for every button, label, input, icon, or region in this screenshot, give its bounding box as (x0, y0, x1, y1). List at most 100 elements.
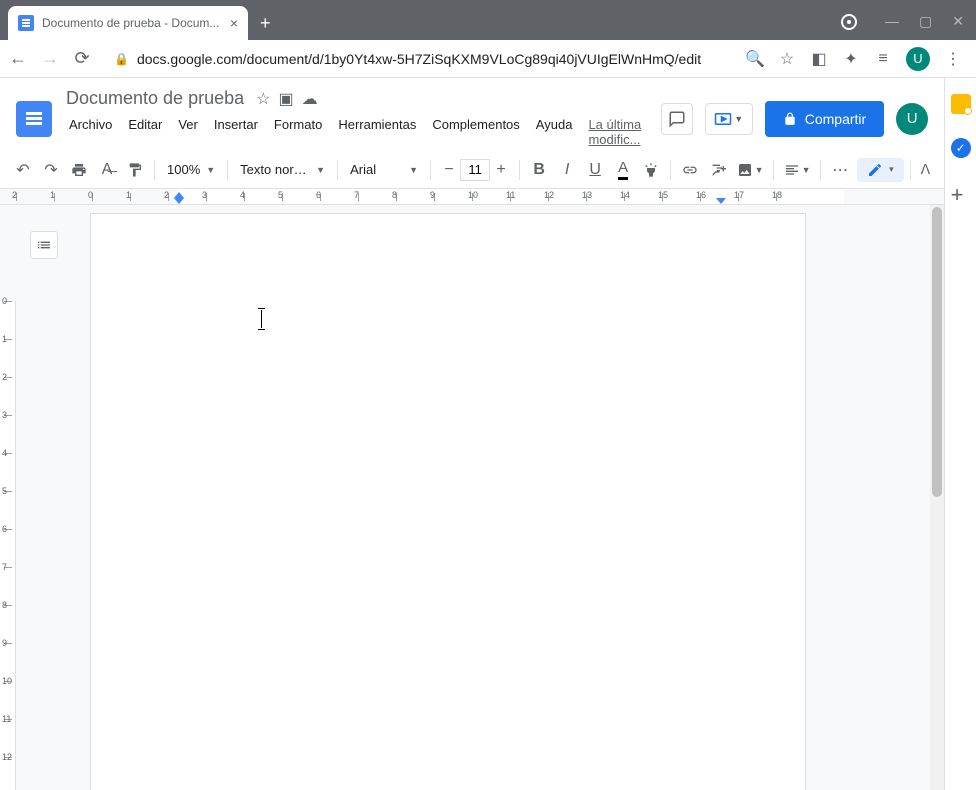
minimize-icon[interactable]: — (885, 13, 899, 30)
menu-ver[interactable]: Ver (171, 113, 205, 151)
window-controls: — ▢ ✕ (873, 13, 976, 40)
menu-bar: Archivo Editar Ver Insertar Formato Herr… (62, 113, 651, 151)
chevron-down-icon: ▾ (889, 164, 894, 175)
zoom-dropdown[interactable]: 100% ▼ (161, 157, 221, 183)
align-left-icon (784, 162, 800, 178)
menu-herramientas[interactable]: Herramientas (331, 113, 423, 151)
italic-button[interactable]: I (554, 157, 580, 183)
spellcheck-button[interactable]: A̶ (94, 157, 120, 183)
chevron-down-icon: ▼ (734, 114, 743, 124)
keep-icon[interactable] (951, 94, 971, 114)
bold-button[interactable]: B (526, 157, 552, 183)
document-title[interactable]: Documento de prueba (62, 86, 248, 111)
outline-icon (36, 237, 52, 253)
menu-formato[interactable]: Formato (267, 113, 329, 151)
cloud-status-icon[interactable]: ☁ (302, 89, 318, 109)
address-bar: ← → ⟳ 🔒 docs.google.com/document/d/1by0Y… (0, 40, 976, 78)
redo-button[interactable]: ↷ (38, 157, 64, 183)
font-size-increase[interactable]: + (490, 161, 512, 179)
chevron-down-icon: ▼ (755, 165, 764, 175)
present-button[interactable]: ▼ (705, 103, 753, 135)
docs-logo-icon[interactable] (16, 101, 52, 137)
maximize-icon[interactable]: ▢ (919, 13, 932, 30)
docs-header: Documento de prueba ☆ ▣ ☁ Archivo Editar… (0, 78, 944, 151)
docs-favicon (18, 15, 34, 31)
bookmark-star-icon[interactable]: ☆ (778, 50, 796, 68)
pencil-icon (867, 162, 883, 178)
insert-comment-button[interactable] (705, 157, 731, 183)
font-size-value[interactable]: 11 (460, 159, 490, 181)
share-button[interactable]: Compartir (765, 101, 884, 137)
document-page[interactable] (90, 213, 806, 790)
tasks-icon[interactable]: ✓ (951, 138, 971, 158)
lock-icon: 🔒 (114, 52, 129, 66)
star-icon[interactable]: ☆ (256, 89, 270, 109)
lock-icon (783, 112, 797, 126)
new-tab-button[interactable]: + (248, 13, 283, 34)
comment-icon (668, 110, 686, 128)
browser-avatar[interactable]: U (906, 47, 930, 71)
horizontal-ruler[interactable]: 210123456789101112131415161718 (0, 189, 944, 205)
underline-button[interactable]: U (582, 157, 608, 183)
undo-button[interactable]: ↶ (10, 157, 36, 183)
left-indent-marker[interactable] (174, 198, 184, 204)
account-avatar[interactable]: U (896, 103, 928, 135)
align-button[interactable]: ▼ (780, 157, 814, 183)
menu-ayuda[interactable]: Ayuda (529, 113, 580, 151)
chevron-down-icon: ▼ (206, 165, 215, 175)
highlight-icon (643, 162, 659, 178)
insert-image-button[interactable]: ▼ (733, 157, 767, 183)
print-icon (71, 162, 87, 178)
scrollbar-thumb[interactable] (932, 207, 942, 497)
reading-list-icon[interactable]: ≡ (874, 50, 892, 68)
vertical-ruler[interactable]: 012345678910111213141516 (0, 205, 16, 790)
toolbar: ↶ ↷ A̶ 100% ▼ Texto norm... ▼ Arial ▼ − … (0, 151, 944, 189)
style-dropdown[interactable]: Texto norm... ▼ (234, 157, 331, 183)
font-size-control: − 11 + (437, 158, 513, 182)
browser-tab[interactable]: Documento de prueba - Docum... × (8, 6, 248, 40)
editing-mode-button[interactable]: ▾ (857, 158, 904, 182)
close-window-icon[interactable]: ✕ (952, 13, 964, 30)
back-button[interactable]: ← (8, 48, 28, 69)
font-size-decrease[interactable]: − (438, 161, 460, 179)
reload-button[interactable]: ⟳ (72, 48, 92, 69)
menu-editar[interactable]: Editar (121, 113, 169, 151)
document-canvas: 012345678910111213141516 (0, 205, 944, 790)
translate-icon[interactable]: ◧ (810, 50, 828, 68)
url-text: docs.google.com/document/d/1by0Yt4xw-5H7… (137, 51, 701, 67)
side-panel: ✓ + (944, 78, 976, 790)
link-icon (682, 162, 698, 178)
chevron-down-icon: ▼ (409, 165, 418, 175)
image-icon (737, 162, 753, 178)
last-modification-link[interactable]: La última modific... (581, 113, 650, 151)
move-folder-icon[interactable]: ▣ (278, 89, 293, 109)
vertical-scrollbar[interactable] (930, 205, 944, 790)
collapse-toolbar-button[interactable]: ᐱ (917, 157, 935, 182)
add-comment-icon (710, 162, 726, 178)
chevron-down-icon: ▼ (802, 165, 811, 175)
menu-complementos[interactable]: Complementos (425, 113, 526, 151)
browser-tab-strip: Documento de prueba - Docum... × + — ▢ ✕ (0, 0, 976, 40)
font-dropdown[interactable]: Arial ▼ (344, 157, 424, 183)
add-addon-button[interactable]: + (951, 182, 971, 202)
menu-insertar[interactable]: Insertar (207, 113, 265, 151)
paint-roller-icon (127, 162, 143, 178)
comment-history-button[interactable] (661, 103, 693, 135)
extensions-icon[interactable]: ✦ (842, 50, 860, 68)
url-field[interactable]: 🔒 docs.google.com/document/d/1by0Yt4xw-5… (104, 51, 734, 67)
forward-button[interactable]: → (40, 48, 60, 69)
menu-archivo[interactable]: Archivo (62, 113, 119, 151)
tab-close-icon[interactable]: × (230, 15, 238, 31)
highlight-button[interactable] (638, 157, 664, 183)
browser-profile-icon[interactable] (841, 14, 857, 30)
paint-format-button[interactable] (122, 157, 148, 183)
browser-menu-icon[interactable]: ⋮ (944, 50, 962, 68)
print-button[interactable] (66, 157, 92, 183)
insert-link-button[interactable] (677, 157, 703, 183)
show-outline-button[interactable] (30, 231, 58, 259)
more-button[interactable]: ⋯ (827, 157, 853, 183)
tab-title: Documento de prueba - Docum... (42, 16, 222, 30)
text-color-button[interactable]: A (610, 157, 636, 183)
zoom-icon[interactable]: 🔍 (746, 50, 764, 68)
right-indent-marker[interactable] (716, 198, 726, 204)
